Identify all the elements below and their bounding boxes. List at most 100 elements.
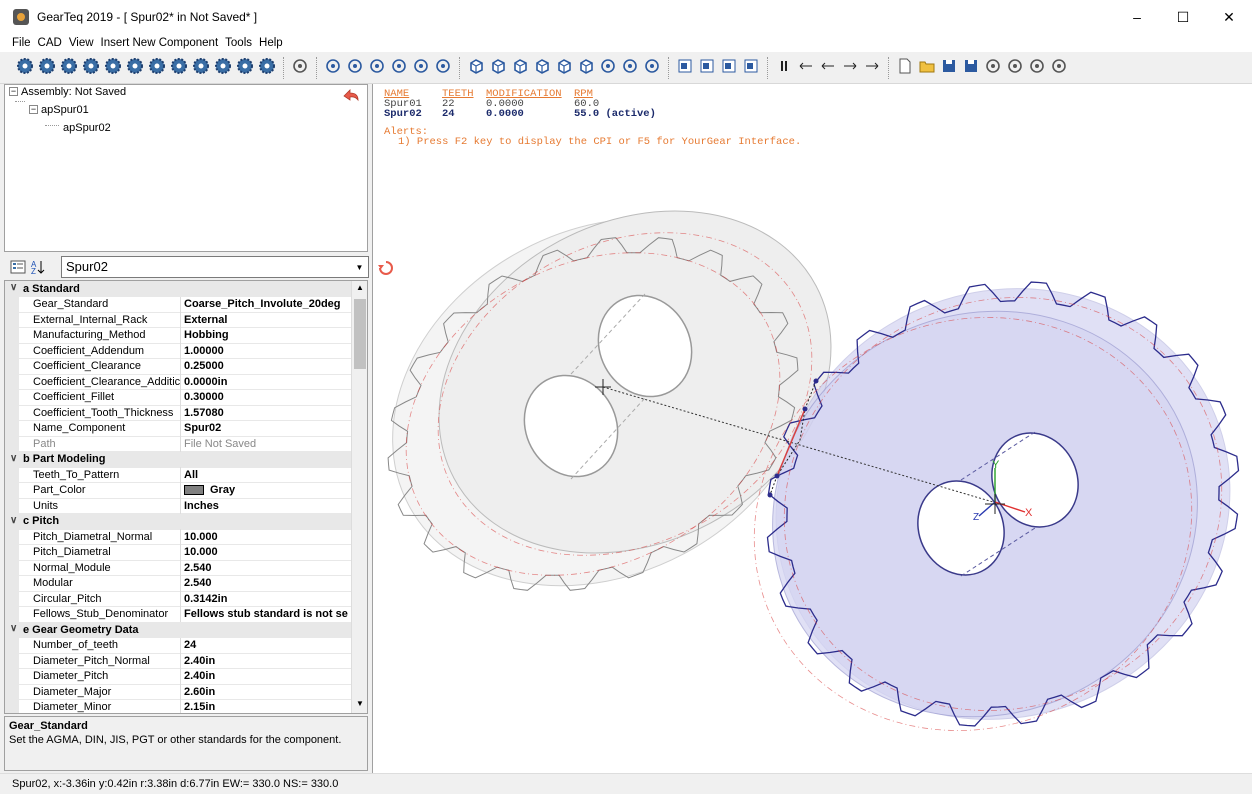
menu-tools[interactable]: Tools — [225, 37, 252, 49]
property-row[interactable]: Path File Not Saved — [5, 436, 351, 452]
categorized-view-icon[interactable] — [10, 260, 26, 274]
property-category[interactable]: ∨ b Part Modeling — [5, 451, 351, 468]
property-row[interactable]: Pitch_Diametral 10.000 — [5, 544, 351, 561]
face-gear-button[interactable] — [168, 57, 189, 79]
pulley-button[interactable] — [256, 57, 277, 79]
property-row[interactable]: Coefficient_Clearance_Additic 0.0000in — [5, 374, 351, 390]
chevron-down-icon[interactable]: ∨ — [10, 282, 17, 293]
axis-button[interactable] — [619, 57, 640, 79]
tree-root[interactable]: Assembly: Not Saved — [21, 86, 126, 98]
pan-button[interactable] — [410, 57, 431, 79]
property-row[interactable]: Modular 2.540 — [5, 575, 351, 592]
property-category[interactable]: ∨ e Gear Geometry Data — [5, 622, 351, 638]
property-value[interactable]: Inches — [184, 500, 351, 512]
property-value[interactable]: 10.000 — [184, 546, 351, 558]
view-iso-3-button[interactable] — [509, 57, 530, 79]
helical-gear-button[interactable] — [36, 57, 57, 79]
property-category[interactable]: ∨ c Pitch — [5, 513, 351, 530]
property-row[interactable]: Coefficient_Addendum 1.00000 — [5, 343, 351, 359]
gear-pair-button[interactable] — [80, 57, 101, 79]
rotate-icon[interactable] — [377, 259, 395, 277]
property-value[interactable]: Gray — [184, 484, 351, 496]
assembly-tree[interactable]: − Assembly: Not Saved − apSpur01 apSpur0… — [4, 84, 368, 252]
rotate-view-button[interactable] — [344, 57, 365, 79]
property-row[interactable]: Diameter_Minor 2.15in — [5, 699, 351, 713]
property-row[interactable]: Coefficient_Tooth_Thickness 1.57080 — [5, 405, 351, 421]
view-iso-4-button[interactable] — [531, 57, 552, 79]
align-bottom-button[interactable] — [740, 57, 761, 79]
tree-item-apspur01[interactable]: apSpur01 — [41, 104, 89, 116]
scrollbar-thumb[interactable] — [354, 299, 366, 369]
component-select[interactable]: Spur02 ▼ — [61, 256, 369, 278]
rewind-button[interactable] — [817, 57, 838, 79]
bevel-gear-button[interactable] — [146, 57, 167, 79]
collapse-icon[interactable]: − — [29, 105, 38, 114]
view-iso-2-button[interactable] — [487, 57, 508, 79]
chevron-down-icon[interactable]: ∨ — [10, 623, 17, 634]
menu-file[interactable]: File — [12, 37, 31, 49]
property-category[interactable]: ∨ a Standard — [5, 281, 351, 297]
menu-help[interactable]: Help — [259, 37, 283, 49]
property-row[interactable]: Teeth_To_Pattern All — [5, 467, 351, 483]
shaded-view-button[interactable] — [597, 57, 618, 79]
orbit-button[interactable] — [366, 57, 387, 79]
chain-button[interactable] — [234, 57, 255, 79]
pause-button[interactable] — [773, 57, 794, 79]
property-row[interactable]: Name_Component Spur02 — [5, 420, 351, 437]
scroll-up-icon[interactable]: ▲ — [354, 283, 366, 295]
align-top-button[interactable] — [718, 57, 739, 79]
undo-arrow-icon[interactable] — [341, 87, 361, 103]
property-value[interactable]: Coarse_Pitch_Involute_20deg — [184, 298, 351, 310]
spur-gear-button[interactable] — [14, 57, 35, 79]
menu-cad[interactable]: CAD — [38, 37, 62, 49]
tree-item-apspur02[interactable]: apSpur02 — [63, 122, 111, 134]
property-row[interactable]: Part_Color Gray — [5, 482, 351, 499]
worm-button[interactable] — [124, 57, 145, 79]
property-row[interactable]: Coefficient_Clearance 0.25000 — [5, 358, 351, 375]
zoom-fit-button[interactable] — [322, 57, 343, 79]
gear-drawing[interactable]: Y X Z — [373, 84, 1252, 773]
property-value[interactable]: 0.25000 — [184, 360, 351, 372]
collapse-icon[interactable]: − — [9, 87, 18, 96]
step-forward-button[interactable] — [861, 57, 882, 79]
3d-viewport[interactable]: NAME TEETH MODIFICATION RPM Spur01 22 0.0000 6… — [372, 84, 1252, 773]
ruler-button[interactable] — [289, 57, 310, 79]
property-row[interactable]: Diameter_Major 2.60in — [5, 684, 351, 700]
property-value[interactable]: Hobbing — [184, 329, 351, 341]
property-value[interactable]: 0.30000 — [184, 391, 351, 403]
view-iso-5-button[interactable] — [553, 57, 574, 79]
menu-view[interactable]: View — [69, 37, 94, 49]
property-value[interactable]: 1.57080 — [184, 407, 351, 419]
property-grid-scrollbar[interactable]: ▲ ▼ — [351, 281, 367, 713]
property-value[interactable]: 2.40in — [184, 655, 351, 667]
chevron-down-icon[interactable]: ∨ — [10, 453, 17, 464]
property-value[interactable]: Spur02 — [184, 422, 351, 434]
property-row[interactable]: Diameter_Pitch_Normal 2.40in — [5, 653, 351, 669]
close-button[interactable]: ✕ — [1206, 0, 1252, 34]
chevron-down-icon[interactable]: ▼ — [351, 257, 368, 277]
property-grid[interactable]: ∨ a Standard Gear_Standard Coarse_Pitch_Inv… — [4, 280, 368, 714]
property-row[interactable]: Manufacturing_Method Hobbing — [5, 327, 351, 344]
chevron-down-icon[interactable]: ∨ — [10, 515, 17, 526]
property-row[interactable]: Units Inches — [5, 498, 351, 514]
print-preview-button[interactable] — [1004, 57, 1025, 79]
property-value[interactable]: 2.40in — [184, 670, 351, 682]
sprocket-button[interactable] — [190, 57, 211, 79]
property-row[interactable]: Normal_Module 2.540 — [5, 560, 351, 576]
property-row[interactable]: Coefficient_Fillet 0.30000 — [5, 389, 351, 406]
rack-button[interactable] — [102, 57, 123, 79]
fast-forward-button[interactable] — [839, 57, 860, 79]
property-row[interactable]: Number_of_teeth 24 — [5, 637, 351, 654]
spin-button[interactable] — [388, 57, 409, 79]
property-value[interactable]: 0.3142in — [184, 593, 351, 605]
property-value[interactable]: Fellows stub standard is not se — [184, 608, 351, 620]
menu-insert-new-component[interactable]: Insert New Component — [101, 37, 219, 49]
align-right-button[interactable] — [696, 57, 717, 79]
pivot-button[interactable] — [641, 57, 662, 79]
properties-button[interactable] — [1048, 57, 1069, 79]
property-value[interactable]: 2.540 — [184, 577, 351, 589]
property-value[interactable]: 2.540 — [184, 562, 351, 574]
property-value[interactable]: File Not Saved — [184, 438, 351, 450]
step-back-button[interactable] — [795, 57, 816, 79]
alphabetical-sort-icon[interactable]: A Z — [30, 259, 46, 275]
